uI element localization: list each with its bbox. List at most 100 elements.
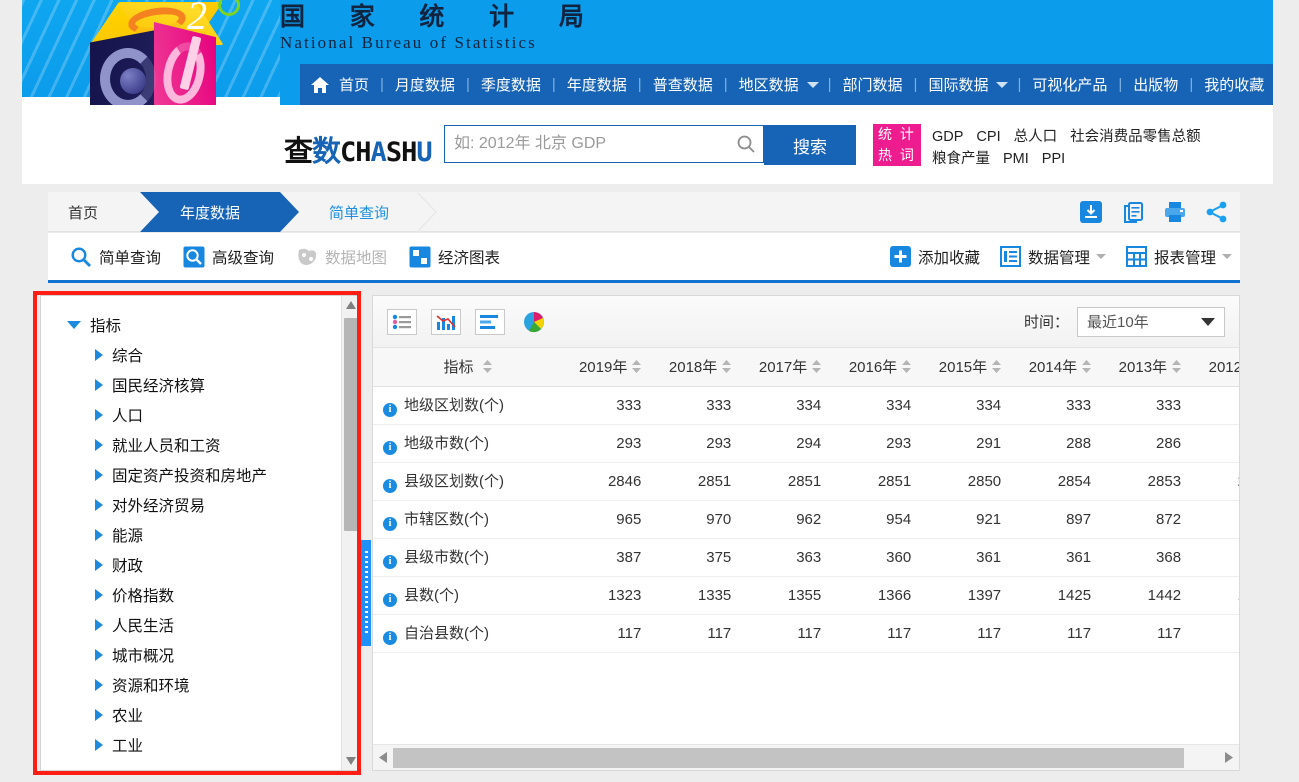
chevron-down-icon[interactable] — [1201, 317, 1215, 326]
scroll-down-arrow-icon[interactable] — [342, 752, 360, 770]
tree-node-agriculture[interactable]: 农业 — [41, 700, 341, 730]
tree-node-finance[interactable]: 财政 — [41, 550, 341, 580]
sort-icon[interactable] — [902, 359, 912, 377]
nav-item-diqushuju[interactable]: 地区数据 — [737, 74, 801, 95]
tree-node-fixed-assets-realestate[interactable]: 固定资产投资和房地产 — [41, 460, 341, 490]
time-range-select[interactable]: 最近10年 — [1077, 306, 1225, 337]
info-icon[interactable]: i — [383, 516, 397, 531]
tree-node-industry[interactable]: 工业 — [41, 730, 341, 760]
table-row[interactable]: i 地级市数(个) 293 293 294 293 291 288 286 285… — [373, 424, 1239, 463]
info-icon[interactable]: i — [383, 554, 397, 569]
tree-scrollbar-thumb[interactable] — [344, 318, 358, 531]
column-header-2014[interactable]: 2014年 — [1013, 348, 1104, 387]
panel-splitter-handle[interactable] — [361, 540, 371, 646]
hot-keyword-grain[interactable]: 粮食产量 — [932, 151, 990, 167]
tree-node-employment-wages[interactable]: 就业人员和工资 — [41, 430, 341, 460]
column-header-2016[interactable]: 2016年 — [833, 348, 924, 387]
triangle-down-icon[interactable] — [67, 321, 81, 329]
sort-icon[interactable] — [1082, 359, 1092, 377]
triangle-right-icon[interactable] — [95, 409, 103, 421]
chevron-down-icon[interactable] — [806, 81, 819, 88]
column-header-2018[interactable]: 2018年 — [653, 348, 744, 387]
chevron-down-icon[interactable] — [996, 81, 1009, 88]
triangle-right-icon[interactable] — [95, 349, 103, 361]
triangle-right-icon[interactable] — [95, 589, 103, 601]
table-horizontal-scrollbar[interactable] — [373, 744, 1239, 770]
copy-icon[interactable] — [1120, 199, 1146, 225]
triangle-right-icon[interactable] — [95, 679, 103, 691]
tree-node-price-index[interactable]: 价格指数 — [41, 580, 341, 610]
tree-node-national-accounts[interactable]: 国民经济核算 — [41, 370, 341, 400]
nav-item-keshihuachanpin[interactable]: 可视化产品 — [1030, 74, 1109, 95]
nav-item-puchashuju[interactable]: 普查数据 — [651, 74, 715, 95]
toolbar-advanced-query[interactable]: 高级查询 — [183, 246, 274, 268]
hot-keyword-pmi[interactable]: PMI — [1003, 151, 1029, 167]
column-header-2017[interactable]: 2017年 — [743, 348, 834, 387]
print-icon[interactable] — [1162, 199, 1188, 225]
line-chart-icon[interactable] — [431, 308, 461, 335]
nav-item-shouye[interactable]: 首页 — [337, 74, 371, 95]
hot-keyword-retail[interactable]: 社会消费品零售总额 — [1070, 129, 1201, 145]
chevron-down-icon[interactable] — [1095, 254, 1106, 259]
sort-icon[interactable] — [632, 359, 642, 377]
nav-item-chubanwu[interactable]: 出版物 — [1131, 74, 1180, 95]
triangle-right-icon[interactable] — [95, 439, 103, 451]
chevron-down-icon[interactable] — [1222, 254, 1232, 259]
bar-chart-icon[interactable] — [475, 308, 505, 335]
toolbar-simple-query[interactable]: 简单查询 — [70, 246, 161, 268]
column-header-2019[interactable]: 2019年 — [561, 348, 654, 387]
table-row[interactable]: i 市辖区数(个) 965 970 962 954 921 897 872 860… — [373, 500, 1239, 539]
toolbar-add-favorite[interactable]: 添加收藏 — [889, 246, 980, 268]
tree-node-resources-environment[interactable]: 资源和环境 — [41, 670, 341, 700]
triangle-right-icon[interactable] — [95, 709, 103, 721]
breadcrumb-item-simple-query[interactable]: 简单查询 — [299, 192, 438, 232]
sort-icon[interactable] — [812, 359, 822, 377]
tree-node-root-indicator[interactable]: 指标 — [41, 310, 341, 340]
sort-icon[interactable] — [992, 359, 1002, 377]
scroll-left-arrow-icon[interactable] — [373, 746, 393, 770]
search-input[interactable] — [445, 127, 729, 161]
hot-keyword-population[interactable]: 总人口 — [1014, 129, 1058, 145]
triangle-right-icon[interactable] — [95, 559, 103, 571]
nav-item-niandushuju[interactable]: 年度数据 — [565, 74, 629, 95]
table-row[interactable]: i 县级区划数(个) 2846 2851 2851 2851 2850 2854 … — [373, 462, 1239, 501]
column-header-2012[interactable]: 2012年 — [1193, 348, 1239, 387]
search-box[interactable] — [444, 125, 764, 163]
table-row[interactable]: i 自治县数(个) 117 117 117 117 117 117 117 117… — [373, 614, 1239, 653]
hscrollbar-thumb[interactable] — [393, 747, 1184, 768]
list-view-icon[interactable] — [387, 308, 417, 335]
info-icon[interactable]: i — [383, 402, 397, 417]
column-header-2015[interactable]: 2015年 — [923, 348, 1014, 387]
table-row[interactable]: i 县数(个) 1323 1335 1355 1366 1397 1425 144… — [373, 576, 1239, 615]
tree-node-urban-overview[interactable]: 城市概况 — [41, 640, 341, 670]
tree-node-population[interactable]: 人口 — [41, 400, 341, 430]
sort-icon[interactable] — [722, 359, 732, 377]
scroll-right-arrow-icon[interactable] — [1219, 746, 1239, 770]
sort-icon[interactable] — [1172, 359, 1182, 377]
tree-node-peoples-livelihood[interactable]: 人民生活 — [41, 610, 341, 640]
toolbar-report-manage[interactable]: 报表管理 — [1125, 246, 1232, 268]
tree-node-energy[interactable]: 能源 — [41, 520, 341, 550]
hot-keyword-ppi[interactable]: PPI — [1042, 151, 1065, 167]
data-table-scroll-area[interactable]: 指标 2019年 2018年 2017年 2016年 2015年 2014年 2… — [373, 348, 1239, 744]
toolbar-data-map[interactable]: 数据地图 — [296, 246, 387, 268]
share-icon[interactable] — [1204, 199, 1230, 225]
hot-keyword-gdp[interactable]: GDP — [932, 129, 963, 145]
tree-node-zonghe[interactable]: 综合 — [41, 340, 341, 370]
triangle-right-icon[interactable] — [95, 619, 103, 631]
hot-keyword-cpi[interactable]: CPI — [976, 129, 1000, 145]
triangle-right-icon[interactable] — [95, 739, 103, 751]
breadcrumb-item-annual-data[interactable]: 年度数据 — [140, 192, 299, 232]
info-icon[interactable]: i — [383, 630, 397, 645]
scroll-up-arrow-icon[interactable] — [342, 296, 360, 314]
sort-icon[interactable] — [482, 359, 492, 377]
triangle-right-icon[interactable] — [95, 649, 103, 661]
nav-item-bumenshuju[interactable]: 部门数据 — [841, 74, 905, 95]
pie-chart-icon[interactable] — [519, 309, 549, 335]
breadcrumb-item-home[interactable]: 首页 — [48, 192, 159, 232]
search-button[interactable]: 搜索 — [764, 125, 856, 165]
search-icon[interactable] — [729, 134, 763, 154]
toolbar-data-manage[interactable]: 数据管理 — [999, 246, 1106, 268]
table-row[interactable]: i 地级区划数(个) 333 333 334 334 334 333 333 33… — [373, 386, 1239, 425]
tree-vertical-scrollbar[interactable] — [341, 296, 360, 770]
